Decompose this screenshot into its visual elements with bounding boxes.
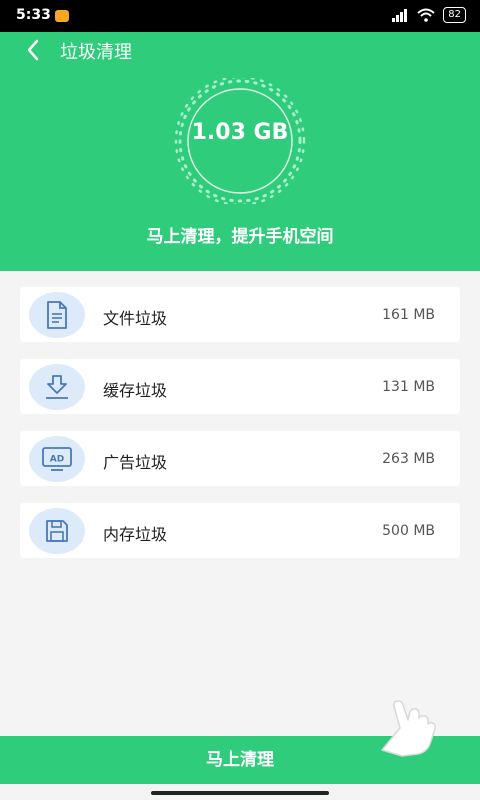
icon-container (29, 364, 85, 410)
status-time: 5:33 (16, 7, 51, 23)
page-title: 垃圾清理 (60, 42, 132, 63)
signal-icon (392, 9, 408, 22)
item-label: 缓存垃圾 (103, 381, 168, 400)
item-size: 131 MB (382, 379, 435, 395)
memory-icon (46, 520, 68, 542)
item-label: 内存垃圾 (103, 525, 168, 544)
status-indicators: 82 (391, 7, 466, 23)
list-item-memory-junk[interactable]: 内存垃圾 500 MB (20, 503, 460, 558)
status-bar: 5:33 82 (0, 0, 480, 32)
item-label: 广告垃圾 (103, 453, 168, 472)
file-icon (47, 301, 67, 329)
list-item-file-junk[interactable]: 文件垃圾 161 MB (20, 287, 460, 342)
item-size: 500 MB (382, 523, 435, 539)
junk-category-list: 文件垃圾 161 MB 缓存垃圾 131 MB AD 广告垃圾 263 MB 内… (20, 287, 460, 575)
total-junk-size: 1.03 GB (191, 120, 289, 145)
size-ring: 1.03 GB (160, 75, 320, 207)
ad-icon: AD (42, 447, 72, 471)
icon-container (29, 508, 85, 554)
list-item-ad-junk[interactable]: AD 广告垃圾 263 MB (20, 431, 460, 486)
tagline: 马上清理，提升手机空间 (146, 227, 334, 247)
back-icon[interactable] (22, 38, 46, 62)
svg-text:AD: AD (50, 455, 64, 465)
hero-panel: 垃圾清理 1.03 GB 马上清理，提升手机空间 (0, 32, 480, 271)
item-size: 161 MB (382, 307, 435, 323)
item-size: 263 MB (382, 451, 435, 467)
download-icon (46, 375, 68, 399)
icon-container: AD (29, 436, 85, 482)
item-label: 文件垃圾 (103, 309, 168, 328)
battery-indicator: 82 (443, 7, 466, 23)
home-indicator[interactable] (151, 791, 329, 795)
header: 垃圾清理 (0, 32, 480, 70)
icon-container (29, 292, 85, 338)
list-item-cache-junk[interactable]: 缓存垃圾 131 MB (20, 359, 460, 414)
pointing-hand-icon (381, 700, 436, 757)
notification-app-icon (55, 10, 69, 22)
wifi-icon (417, 8, 435, 22)
